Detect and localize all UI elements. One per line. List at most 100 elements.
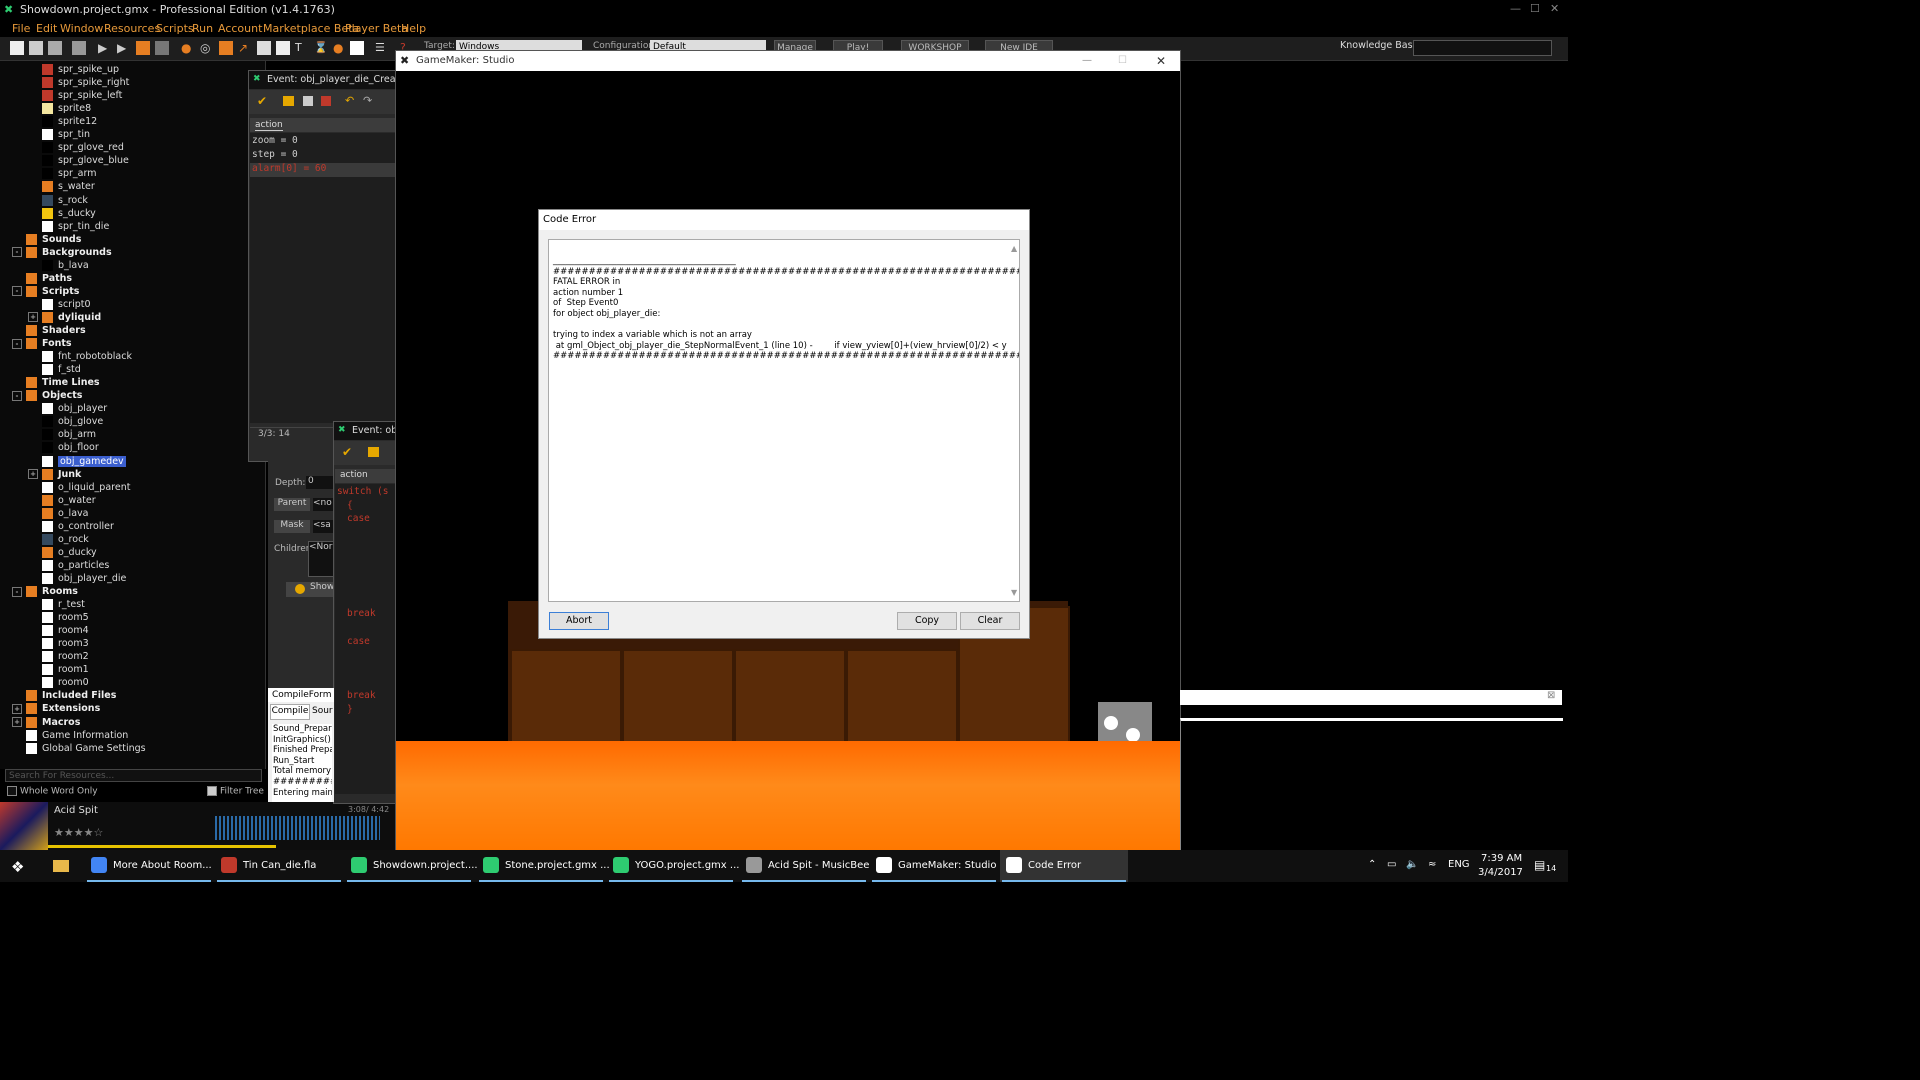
- tree-item[interactable]: spr_tin_die: [28, 220, 109, 233]
- redo-icon[interactable]: ↷: [363, 94, 372, 107]
- ok-checkmark-icon[interactable]: ✔: [342, 445, 352, 459]
- tree-item[interactable]: o_liquid_parent: [28, 481, 130, 494]
- tree-folder[interactable]: Sounds: [12, 233, 81, 246]
- save-project-icon[interactable]: [48, 41, 62, 55]
- ok-checkmark-icon[interactable]: ✔: [257, 94, 267, 108]
- undo-icon[interactable]: ↶: [345, 94, 354, 107]
- tree-item[interactable]: o_ducky: [28, 546, 97, 559]
- scroll-up-icon[interactable]: ▲: [1011, 244, 1017, 253]
- tree-item[interactable]: s_ducky: [28, 207, 96, 220]
- tab-source[interactable]: Sour: [312, 706, 333, 716]
- tree-item[interactable]: room5: [28, 611, 89, 624]
- tree-folder[interactable]: - Scripts: [12, 285, 79, 298]
- clear-button[interactable]: Clear: [960, 612, 1020, 630]
- tree-folder[interactable]: - Rooms: [12, 585, 78, 598]
- print-icon[interactable]: [321, 96, 331, 106]
- open-icon[interactable]: [283, 96, 294, 106]
- tree-item[interactable]: room2: [28, 650, 89, 663]
- children-list[interactable]: <Nor: [308, 541, 335, 577]
- settings-icon[interactable]: ☰: [375, 41, 389, 55]
- clean-icon[interactable]: [155, 41, 169, 55]
- tree-item[interactable]: o_rock: [28, 533, 89, 546]
- tree-item[interactable]: room1: [28, 663, 89, 676]
- expand-icon[interactable]: +: [28, 312, 38, 323]
- error-message-text[interactable]: ________________________________________…: [548, 239, 1020, 602]
- collapse-icon[interactable]: -: [12, 390, 22, 401]
- shader-icon[interactable]: [276, 41, 290, 55]
- depth-input[interactable]: 0: [306, 476, 335, 489]
- tree-item[interactable]: s_rock: [28, 194, 88, 207]
- tray-chevron-icon[interactable]: ⌃: [1368, 859, 1376, 870]
- close-icon[interactable]: ✕: [1156, 51, 1166, 71]
- taskbar-item[interactable]: YOGO.project.gmx ...: [607, 850, 739, 882]
- menu-edit[interactable]: Edit: [36, 22, 57, 35]
- tree-item[interactable]: spr_spike_right: [28, 76, 129, 89]
- expand-icon[interactable]: +: [12, 717, 22, 727]
- tree-folder[interactable]: - Fonts: [12, 337, 72, 350]
- menu-account[interactable]: Account: [218, 22, 262, 35]
- tree-item[interactable]: spr_glove_blue: [28, 154, 129, 167]
- file-explorer-icon[interactable]: [53, 860, 69, 872]
- menu-resources[interactable]: Resources: [104, 22, 160, 35]
- menu-scripts[interactable]: Scripts: [156, 22, 194, 35]
- tree-item[interactable]: Game Information: [12, 729, 128, 742]
- minimize-icon[interactable]: —: [1082, 51, 1092, 71]
- resource-search-input[interactable]: Search For Resources...: [5, 769, 262, 782]
- tree-item[interactable]: sprite8: [28, 102, 91, 115]
- tree-folder[interactable]: Shaders: [12, 324, 86, 337]
- menu-window[interactable]: Window: [60, 22, 103, 35]
- parent-select[interactable]: <no: [313, 498, 333, 511]
- tree-item[interactable]: room4: [28, 624, 89, 637]
- tree-item[interactable]: obj_floor: [28, 441, 99, 454]
- tree-folder[interactable]: + dyliquid: [28, 311, 101, 324]
- scroll-down-icon[interactable]: ▼: [1011, 588, 1017, 597]
- parent-button[interactable]: Parent: [274, 498, 310, 511]
- tab-action[interactable]: action: [340, 470, 368, 480]
- taskbar-item[interactable]: Acid Spit - MusicBee: [740, 850, 869, 882]
- sound-icon[interactable]: ◎: [200, 41, 214, 55]
- tree-item[interactable]: s_water: [28, 180, 95, 193]
- taskbar-item[interactable]: More About Room...: [85, 850, 213, 882]
- wifi-icon[interactable]: ≈: [1428, 859, 1436, 870]
- font-icon[interactable]: T: [295, 41, 309, 55]
- debug-icon[interactable]: ▶: [117, 41, 131, 55]
- tree-item[interactable]: f_std: [28, 363, 81, 376]
- script-icon[interactable]: [257, 41, 271, 55]
- notification-icon[interactable]: ▤: [1534, 858, 1545, 872]
- battery-icon[interactable]: ▭: [1387, 859, 1396, 870]
- collapse-icon[interactable]: -: [12, 247, 22, 258]
- filter-tree-checkbox[interactable]: Filter Tree: [207, 786, 264, 797]
- expand-icon[interactable]: +: [28, 469, 38, 480]
- clock-date[interactable]: 3/4/2017: [1478, 867, 1523, 878]
- tab-compile[interactable]: Compile: [270, 704, 310, 720]
- tree-item[interactable]: Global Game Settings: [12, 742, 146, 755]
- tree-item[interactable]: obj_glove: [28, 415, 103, 428]
- taskbar-item[interactable]: Showdown.project....: [345, 850, 478, 882]
- maximize-icon[interactable]: ☐: [1530, 2, 1540, 15]
- tree-item[interactable]: fnt_robotoblack: [28, 350, 132, 363]
- minimize-icon[interactable]: —: [1510, 2, 1521, 15]
- taskbar-item[interactable]: Tin Can_die.fla: [215, 850, 343, 882]
- export-icon[interactable]: [72, 41, 86, 55]
- tree-folder[interactable]: Time Lines: [12, 376, 100, 389]
- tree-folder[interactable]: Included Files: [12, 689, 116, 702]
- stop-icon[interactable]: [136, 41, 150, 55]
- tree-item[interactable]: sprite12: [28, 115, 97, 128]
- tree-folder[interactable]: - Objects: [12, 389, 82, 402]
- close-icon[interactable]: ✕: [1550, 2, 1559, 15]
- object-icon[interactable]: ●: [333, 41, 347, 55]
- tree-item[interactable]: obj_player: [28, 402, 107, 415]
- tree-folder[interactable]: + Extensions: [12, 702, 100, 715]
- collapse-icon[interactable]: -: [12, 338, 22, 349]
- tree-item[interactable]: obj_player_die: [28, 572, 126, 585]
- clock-time[interactable]: 7:39 AM: [1481, 853, 1522, 864]
- tree-folder[interactable]: + Junk: [28, 468, 81, 481]
- room-icon[interactable]: [350, 41, 364, 55]
- mask-select[interactable]: <sa: [313, 520, 333, 533]
- tree-item[interactable]: script0: [28, 298, 91, 311]
- tab-action[interactable]: action: [255, 120, 283, 131]
- tree-folder[interactable]: + Macros: [12, 716, 80, 729]
- tree-item[interactable]: o_lava: [28, 507, 88, 520]
- tree-item[interactable]: spr_spike_left: [28, 89, 122, 102]
- path-icon[interactable]: ↗: [238, 41, 252, 55]
